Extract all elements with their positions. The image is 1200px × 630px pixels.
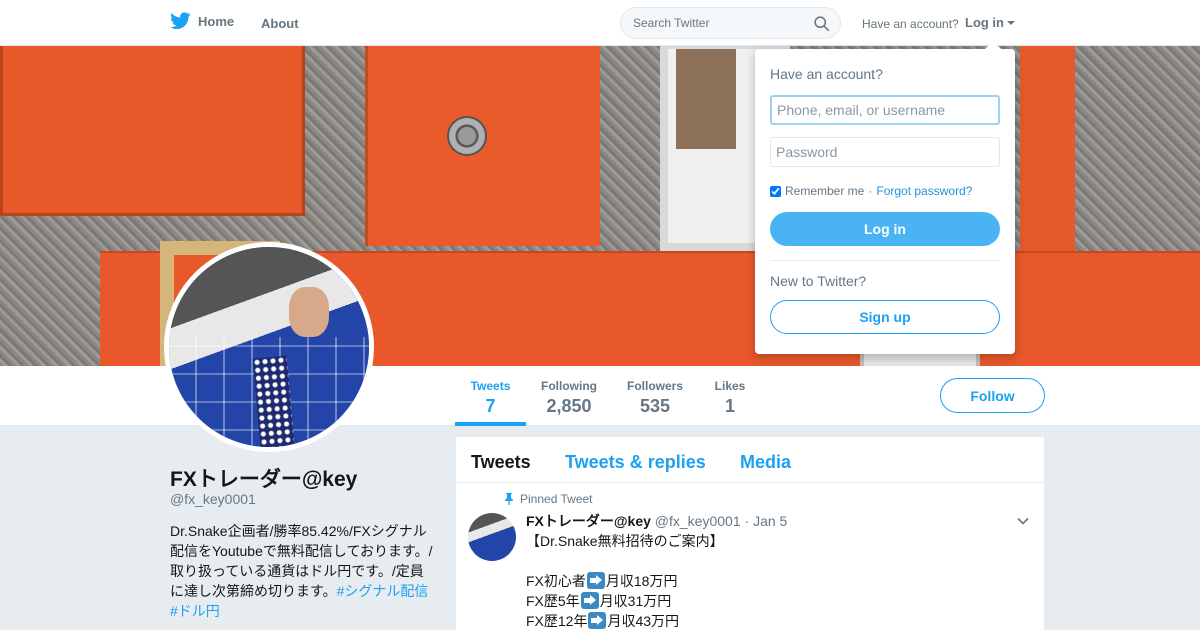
tweet-author-name[interactable]: FXトレーダー@key <box>526 513 651 529</box>
have-account-text: Have an account? <box>862 17 959 31</box>
remember-row: Remember me · Forgot password? <box>770 184 972 198</box>
tab-tweets-replies[interactable]: Tweets & replies <box>565 452 706 473</box>
home-label: Home <box>198 13 235 29</box>
profile-handle[interactable]: @fx_key0001 <box>170 491 256 507</box>
forgot-password-link[interactable]: Forgot password? <box>876 184 972 198</box>
tweet-line: 【Dr.Snake無料招待のご案内】 <box>526 533 724 549</box>
about-nav-link[interactable]: About <box>261 16 299 31</box>
hashtag-link[interactable]: #ドル円 <box>170 603 220 619</box>
hashtag-link[interactable]: #シグナル配信 <box>337 583 429 599</box>
tab-tweets[interactable]: Tweets <box>471 452 531 473</box>
pinned-label-text: Pinned Tweet <box>520 492 593 506</box>
stat-tweets[interactable]: Tweets 7 <box>455 366 526 426</box>
stat-label: Tweets <box>470 379 511 393</box>
login-button[interactable]: Log in <box>770 212 1000 246</box>
stat-value: 7 <box>485 396 496 416</box>
caret-down-icon <box>1007 20 1015 25</box>
pinned-tweet-label: Pinned Tweet <box>504 492 593 506</box>
new-to-twitter-text: New to Twitter? <box>770 273 867 289</box>
login-dropdown-toggle[interactable]: Log in <box>965 15 1015 30</box>
login-dropdown-title: Have an account? <box>770 66 883 82</box>
tweet-date[interactable]: · Jan 5 <box>745 513 788 529</box>
profile-bio: Dr.Snake企画者/勝率85.42%/FXシグナル配信をYoutubeで無料… <box>170 521 435 621</box>
stat-label: Followers <box>626 379 683 393</box>
search-icon[interactable] <box>813 15 830 32</box>
right-arrow-icon <box>580 592 599 609</box>
stat-value: 2,850 <box>546 396 592 416</box>
stat-followers[interactable]: Followers 535 <box>620 366 690 426</box>
tab-media[interactable]: Media <box>740 452 791 473</box>
pin-icon <box>505 493 513 505</box>
signup-button[interactable]: Sign up <box>770 300 1000 334</box>
stat-following[interactable]: Following 2,850 <box>535 366 603 426</box>
login-dropdown: Have an account? Remember me · Forgot pa… <box>755 41 1015 354</box>
timeline: Tweets Tweets & replies Media Pinned Twe… <box>456 437 1044 630</box>
home-nav-link[interactable]: Home <box>170 12 234 30</box>
divider <box>770 260 1000 261</box>
stat-likes[interactable]: Likes 1 <box>706 366 754 426</box>
username-field[interactable] <box>770 95 1000 125</box>
stat-value: 535 <box>639 396 671 416</box>
remember-me-checkbox[interactable] <box>770 185 781 197</box>
right-arrow-icon <box>586 572 605 589</box>
stat-label: Likes <box>714 379 746 393</box>
top-navigation-bar: Home About Have an account? Log in <box>0 0 1200 46</box>
tweet-line: FX歴12年 月収43万円 <box>526 612 680 629</box>
stat-value: 1 <box>724 396 735 416</box>
profile-name[interactable]: FXトレーダー@key <box>170 463 357 493</box>
tweet-avatar[interactable] <box>468 513 516 561</box>
timeline-tabs: Tweets Tweets & replies Media <box>456 437 1044 483</box>
profile-avatar[interactable] <box>164 242 374 452</box>
tweet-line: FX初心者 月収18万円 <box>526 572 678 589</box>
tweet-text: 【Dr.Snake無料招待のご案内】 FX初心者 月収18万円 FX歴5年 月収31万円… <box>526 531 724 630</box>
separator-dot: · <box>868 184 873 198</box>
password-field[interactable] <box>770 137 1000 167</box>
follow-button[interactable]: Follow <box>940 378 1045 413</box>
chevron-down-icon[interactable] <box>1016 514 1030 528</box>
search-input[interactable] <box>621 8 801 38</box>
login-toggle-label: Log in <box>965 15 1004 30</box>
search-box <box>620 7 841 39</box>
tweet-author-handle[interactable]: @fx_key0001 <box>655 513 741 529</box>
twitter-bird-icon <box>170 12 191 30</box>
stat-label: Following <box>541 379 597 393</box>
tweet-header: FXトレーダー@key @fx_key0001 · Jan 5 <box>526 511 787 531</box>
right-arrow-icon <box>588 612 607 629</box>
remember-me-label[interactable]: Remember me <box>785 184 864 198</box>
tweet-line: FX歴5年 月収31万円 <box>526 592 672 609</box>
